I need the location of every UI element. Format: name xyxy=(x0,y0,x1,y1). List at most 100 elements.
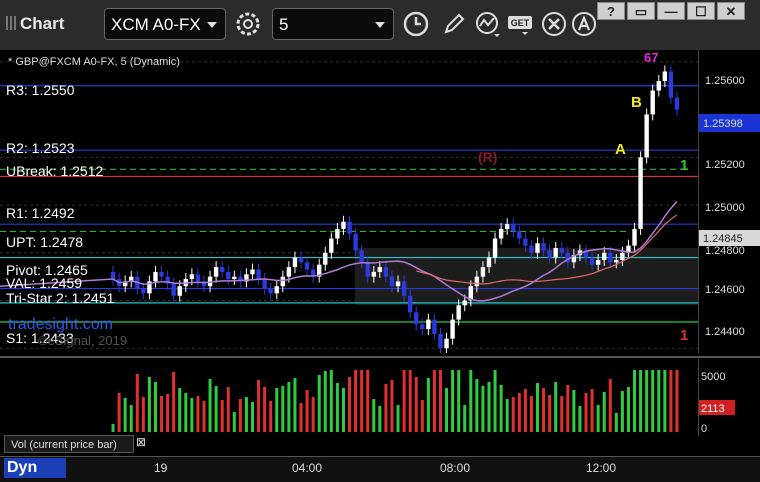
volume-bar xyxy=(396,405,400,432)
volume-bar xyxy=(596,405,600,432)
volume-bar xyxy=(178,388,182,432)
volume-bar xyxy=(244,397,248,432)
alert-icon[interactable] xyxy=(570,10,598,38)
candle-body xyxy=(480,267,486,277)
candle-body xyxy=(541,243,546,251)
restore-button[interactable]: ▭ xyxy=(627,2,655,20)
symbol-input[interactable]: XCM A0-FX xyxy=(104,8,226,40)
price-tick: 1.24800 xyxy=(705,245,745,257)
candle-body xyxy=(110,271,116,280)
price-tick: 1.25000 xyxy=(705,202,745,214)
interval-select[interactable]: 5 xyxy=(272,8,394,40)
volume-bar xyxy=(251,402,254,432)
price-tick: 1.25200 xyxy=(705,159,745,171)
volume-bar xyxy=(639,370,643,432)
volume-bar xyxy=(196,396,200,432)
volume-bar xyxy=(420,400,424,432)
pencil-icon[interactable] xyxy=(440,10,468,38)
marker-counts: 67 xyxy=(644,50,658,65)
candle-body xyxy=(335,228,340,239)
candle-body xyxy=(553,248,558,258)
time-axis[interactable]: 19 04:00 08:00 12:00 xyxy=(0,456,760,482)
candle-body xyxy=(292,257,298,268)
volume-bar xyxy=(505,399,509,432)
minimize-button[interactable]: — xyxy=(657,2,685,20)
window-title: Chart xyxy=(6,14,64,34)
volume-bar xyxy=(426,378,430,432)
price-panel[interactable]: A B (R) 1 1 67 xyxy=(0,50,698,366)
volume-chart[interactable] xyxy=(0,358,698,436)
candle-body xyxy=(638,157,643,229)
volume-bar xyxy=(129,405,133,432)
help-button[interactable]: ? xyxy=(597,2,625,20)
volume-bar xyxy=(190,398,194,432)
candle-body xyxy=(407,295,413,313)
volume-bar xyxy=(281,386,285,432)
volume-bar xyxy=(536,383,539,432)
indicator-icon[interactable] xyxy=(474,10,502,38)
dynamic-mode-button[interactable]: Dyn xyxy=(4,458,66,478)
grip-icon[interactable] xyxy=(6,16,16,30)
level-r2-label: R2: 1.2523 xyxy=(6,140,75,156)
volume-study-label[interactable]: Vol (current price bar) xyxy=(4,435,134,453)
candle-body xyxy=(535,243,540,253)
candle-body xyxy=(517,231,522,239)
volume-bar xyxy=(354,370,358,432)
price-axis[interactable]: 1.25600 1.25200 1.25000 1.24800 1.24600 … xyxy=(698,50,760,353)
level-r1-label: R1: 1.2492 xyxy=(6,205,75,221)
volume-panel[interactable] xyxy=(0,356,698,436)
candle-body xyxy=(432,319,437,334)
volume-bar xyxy=(572,390,576,432)
volume-bar xyxy=(172,372,176,432)
candle-body xyxy=(159,271,164,277)
chevron-down-icon[interactable] xyxy=(207,22,217,28)
level-r3-label: R3: 1.2550 xyxy=(6,82,75,98)
close-circle-icon[interactable] xyxy=(540,10,568,38)
price-chart[interactable]: A B (R) 1 1 67 xyxy=(0,50,698,366)
volume-bar xyxy=(341,388,345,432)
candle-body xyxy=(213,267,219,277)
get-icon[interactable]: GET xyxy=(506,10,534,38)
candle-body xyxy=(620,252,625,260)
candle-body xyxy=(511,224,516,232)
candle-body xyxy=(219,267,225,272)
candle-body xyxy=(195,274,201,282)
marker-one-bottom: 1 xyxy=(680,327,688,344)
volume-bar xyxy=(487,382,491,432)
volume-bar xyxy=(475,379,479,432)
volume-bar xyxy=(584,393,588,432)
marker-a: A xyxy=(615,141,626,158)
volume-bar xyxy=(560,396,564,432)
volume-axis[interactable]: 5000 0 2113 xyxy=(698,356,760,436)
candle-body xyxy=(662,71,668,82)
maximize-button[interactable]: ☐ xyxy=(687,2,715,20)
candle-body xyxy=(250,269,255,275)
candle-body xyxy=(644,114,649,158)
volume-bar xyxy=(402,370,406,432)
volume-bar xyxy=(414,377,418,432)
settings-icon[interactable] xyxy=(234,10,262,38)
volume-tick: 5000 xyxy=(701,371,725,383)
candle-body xyxy=(614,259,619,263)
candle-body xyxy=(529,245,534,253)
candle-body xyxy=(389,276,395,287)
last-price: 1.25398 xyxy=(703,118,743,130)
candle-body xyxy=(268,288,273,294)
volume-tick: 0 xyxy=(701,423,707,435)
close-button[interactable]: ✕ xyxy=(717,2,745,20)
candle-body xyxy=(602,252,607,260)
candle-body xyxy=(256,269,261,280)
volume-bar xyxy=(335,383,339,432)
volume-bar xyxy=(123,398,127,432)
close-study-icon[interactable]: ⊠ xyxy=(136,435,146,449)
candle-body xyxy=(298,257,304,263)
dynamic-mode-label: Dyn xyxy=(7,459,38,476)
price-tick: 1.24400 xyxy=(705,326,745,338)
clock-icon[interactable] xyxy=(402,10,430,38)
candle-body xyxy=(523,238,528,246)
volume-bar xyxy=(626,387,630,432)
volume-bar xyxy=(620,391,624,432)
candle-body xyxy=(304,262,310,270)
chevron-down-icon[interactable] xyxy=(375,22,385,28)
candle-body xyxy=(141,288,146,294)
